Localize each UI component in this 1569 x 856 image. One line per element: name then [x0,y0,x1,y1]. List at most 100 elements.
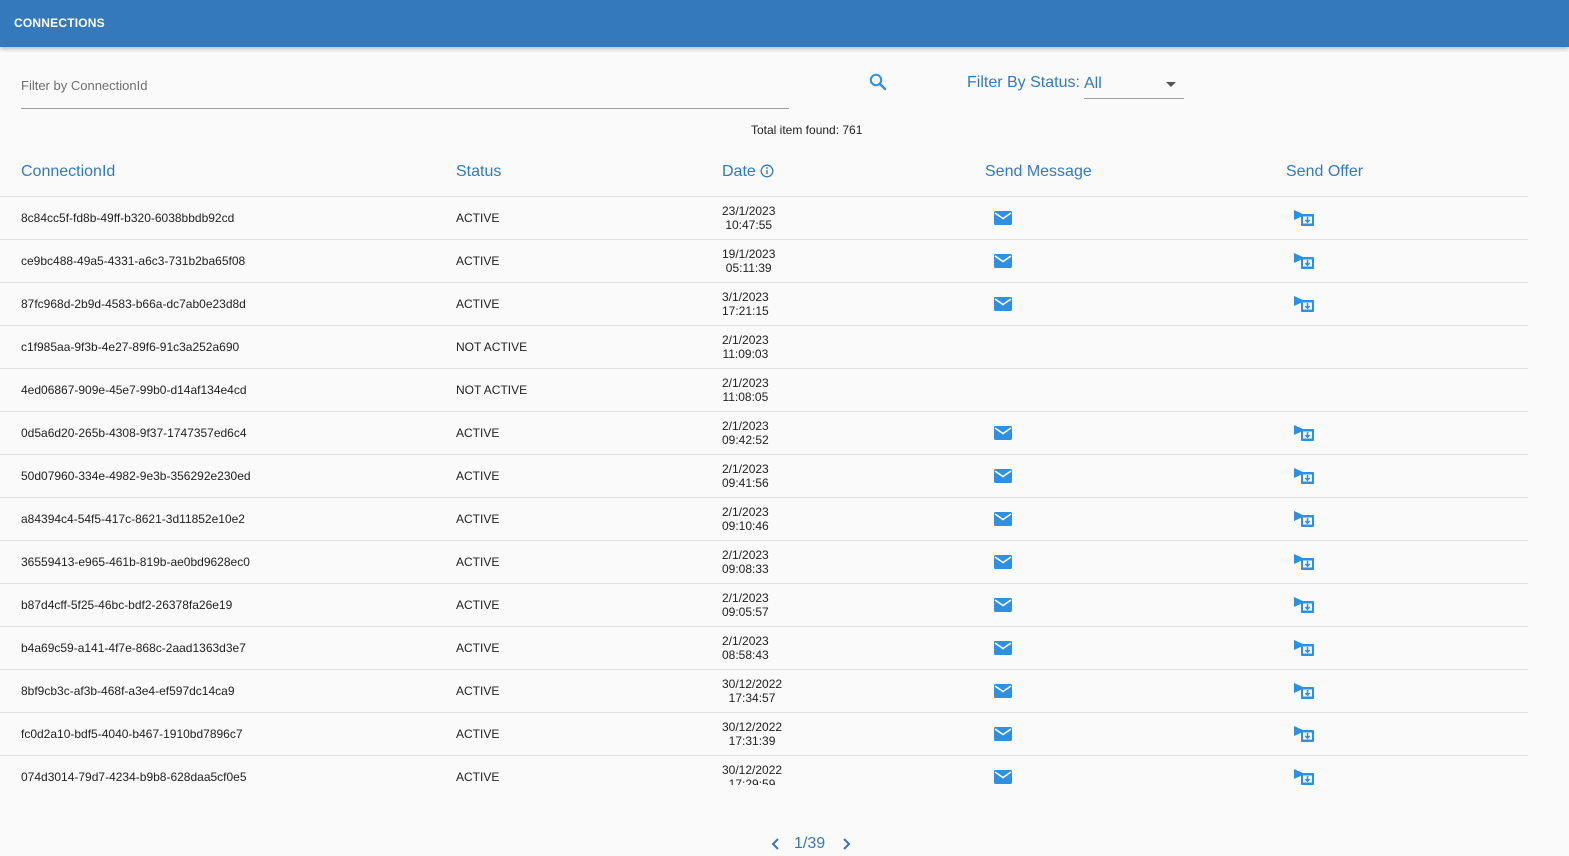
send-message-button[interactable] [992,293,1014,315]
send-message-button[interactable] [992,723,1014,745]
send-message-button[interactable] [992,250,1014,272]
date-day: 3/1/2023 [722,290,769,304]
table-row: 8bf9cb3c-af3b-468f-a3e4-ef597dc14ca9 ACT… [0,670,1528,713]
table-row: 8c84cc5f-fd8b-49ff-b320-6038bbdb92cd ACT… [0,197,1528,240]
date-day: 2/1/2023 [722,376,769,390]
send-offer-button[interactable] [1293,680,1315,702]
table-row: 0d5a6d20-265b-4308-9f37-1747357ed6c4 ACT… [0,412,1528,455]
date-time: 05:11:39 [725,261,772,275]
table-row: 4ed06867-909e-45e7-99b0-d14af134e4cd NOT… [0,369,1528,412]
connections-table: ConnectionId Status Date Send Message Se… [0,153,1528,785]
table-body: 8c84cc5f-fd8b-49ff-b320-6038bbdb92cd ACT… [0,197,1528,785]
send-message-button[interactable] [992,422,1014,444]
date-value: 2/1/2023 08:58:43 [722,634,769,662]
send-offer-icon [1294,683,1314,699]
date-day: 2/1/2023 [722,634,769,648]
send-message-button[interactable] [992,551,1014,573]
search-button[interactable] [866,70,890,94]
connection-id: 36559413-e965-461b-819b-ae0bd9628ec0 [21,555,250,569]
send-message-button[interactable] [992,465,1014,487]
status-value: ACTIVE [456,555,500,569]
send-message-button[interactable] [992,207,1014,229]
mail-icon [994,512,1012,526]
caret-down-icon [1166,82,1176,87]
date-value: 2/1/2023 11:09:03 [722,333,769,361]
column-header-date-label: Date [722,163,756,180]
date-time: 10:47:55 [725,218,773,232]
date-time: 09:08:33 [722,562,769,576]
connection-id: 074d3014-79d7-4234-b9b8-628daa5cf0e5 [21,770,247,784]
table-header: ConnectionId Status Date Send Message Se… [0,153,1528,197]
send-message-button[interactable] [992,680,1014,702]
send-offer-button[interactable] [1293,594,1315,616]
date-time: 11:09:03 [722,347,769,361]
send-offer-icon [1294,597,1314,613]
date-time: 11:08:05 [722,390,769,404]
send-message-button[interactable] [992,766,1014,785]
info-icon[interactable] [760,164,774,178]
mail-icon [994,426,1012,440]
date-time: 17:34:57 [728,691,776,705]
date-value: 30/12/2022 17:29:59 [722,763,782,785]
send-offer-button[interactable] [1293,293,1315,315]
send-offer-button[interactable] [1293,723,1315,745]
date-time: 08:58:43 [722,648,769,662]
table-row: 50d07960-334e-4982-9e3b-356292e230ed ACT… [0,455,1528,498]
date-day: 2/1/2023 [722,591,769,605]
date-value: 2/1/2023 09:10:46 [722,505,769,533]
table-row: b4a69c59-a141-4f7e-868c-2aad1363d3e7 ACT… [0,627,1528,670]
date-day: 2/1/2023 [722,333,769,347]
table-row: 36559413-e965-461b-819b-ae0bd9628ec0 ACT… [0,541,1528,584]
column-header-send-message: Send Message [985,163,1092,180]
column-header-status[interactable]: Status [456,163,501,181]
send-offer-button[interactable] [1293,766,1315,785]
chevron-right-icon[interactable] [837,835,855,853]
column-header-connection-id[interactable]: ConnectionId [21,163,115,181]
status-select[interactable]: All [1084,74,1184,99]
date-day: 2/1/2023 [722,548,769,562]
send-offer-button[interactable] [1293,551,1315,573]
status-value: ACTIVE [456,469,500,483]
send-offer-button[interactable] [1293,250,1315,272]
mail-icon [994,641,1012,655]
status-value: ACTIVE [456,297,500,311]
table-row: a84394c4-54f5-417c-8621-3d11852e10e2 ACT… [0,498,1528,541]
mail-icon [994,254,1012,268]
connection-id: 8c84cc5f-fd8b-49ff-b320-6038bbdb92cd [21,211,235,225]
column-header-date[interactable]: Date [722,163,774,181]
date-day: 30/12/2022 [722,720,783,734]
send-offer-button[interactable] [1293,637,1315,659]
connection-id-filter-input[interactable] [21,68,761,102]
chevron-left-icon[interactable] [767,835,785,853]
date-day: 30/12/2022 [722,763,783,777]
date-value: 2/1/2023 11:08:05 [722,376,769,404]
send-message-button[interactable] [992,594,1014,616]
send-offer-icon [1294,296,1314,312]
mail-icon [994,598,1012,612]
filter-field [21,68,789,109]
connection-id: ce9bc488-49a5-4331-a6c3-731b2ba65f08 [21,254,246,268]
table-row: ce9bc488-49a5-4331-a6c3-731b2ba65f08 ACT… [0,240,1528,283]
table-row: c1f985aa-9f3b-4e27-89f6-91c3a252a690 NOT… [0,326,1528,369]
mail-icon [994,727,1012,741]
send-offer-button[interactable] [1293,422,1315,444]
send-offer-button[interactable] [1293,207,1315,229]
send-offer-button[interactable] [1293,508,1315,530]
send-offer-button[interactable] [1293,465,1315,487]
send-message-button[interactable] [992,637,1014,659]
date-time: 09:41:56 [722,476,769,490]
mail-icon [994,297,1012,311]
app-bar: CONNECTIONS [0,0,1569,47]
date-time: 09:42:52 [722,433,769,447]
date-value: 2/1/2023 09:41:56 [722,462,769,490]
date-value: 30/12/2022 17:34:57 [722,677,782,705]
status-value: ACTIVE [456,512,500,526]
date-value: 30/12/2022 17:31:39 [722,720,782,748]
status-value: ACTIVE [456,211,500,225]
status-value: ACTIVE [456,598,500,612]
status-value: NOT ACTIVE [456,383,528,397]
page-indicator: 1/39 [794,835,826,852]
total-items: Total item found: 761 [751,123,863,137]
send-message-button[interactable] [992,508,1014,530]
date-day: 2/1/2023 [722,505,769,519]
